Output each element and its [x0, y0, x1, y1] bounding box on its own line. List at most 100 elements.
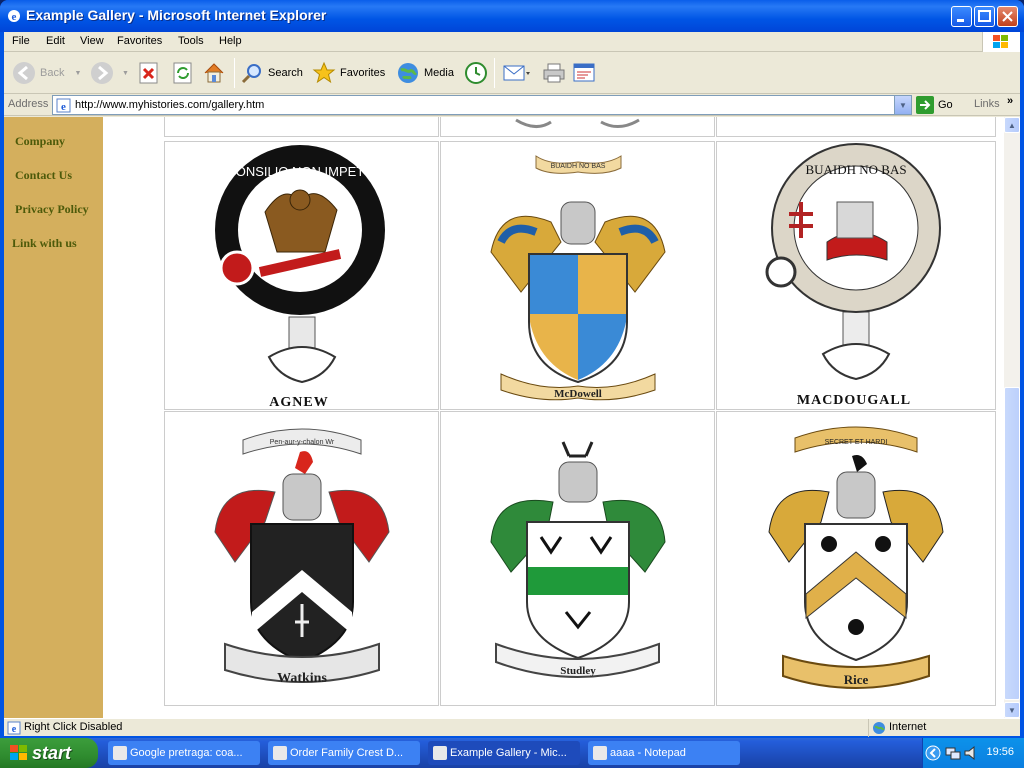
- menu-file[interactable]: File: [12, 35, 30, 47]
- forward-arrow-icon: [91, 62, 113, 84]
- maximize-button[interactable]: [974, 6, 995, 27]
- gallery-cell-partial: [716, 117, 996, 137]
- chevron-down-icon: ▼: [899, 100, 907, 110]
- agnew-badge-image: CONSILIO NON IMPETU AGNEW: [215, 145, 385, 409]
- close-icon: [1002, 11, 1013, 22]
- tray-volume-icon[interactable]: [963, 745, 979, 761]
- task-example-gallery[interactable]: Example Gallery - Mic...: [428, 741, 580, 765]
- refresh-icon: [173, 62, 192, 84]
- gallery-cell-partial: [164, 117, 439, 137]
- favorites-button[interactable]: Favorites: [312, 61, 385, 85]
- system-tray: 19:56: [922, 738, 1024, 768]
- menu-favorites[interactable]: Favorites: [117, 35, 162, 47]
- tray-network-icon[interactable]: [945, 745, 961, 761]
- printer-icon: [543, 63, 565, 83]
- close-button[interactable]: [997, 6, 1018, 27]
- crest-scroll-fragment: [515, 118, 640, 128]
- title-bar[interactable]: e Example Gallery - Microsoft Internet E…: [0, 0, 1024, 32]
- mcdowell-motto: BUAIDH NO BAS: [551, 163, 606, 170]
- go-button[interactable]: Go: [916, 96, 953, 114]
- mcdowell-arms-image: BUAIDH NO BAS McDowell: [490, 155, 666, 401]
- studley-name: Studley: [560, 665, 596, 677]
- gallery-cell-macdougall[interactable]: BUAIDH NO BAS MACDOUGALL: [716, 141, 996, 410]
- rice-name: Rice: [844, 672, 869, 687]
- sidebar-link-company[interactable]: Company: [15, 134, 65, 149]
- ie-icon: e: [8, 10, 20, 23]
- zone-label: Internet: [889, 721, 927, 733]
- ie-task-icon: [113, 746, 127, 760]
- media-globe-icon: [398, 63, 418, 83]
- stop-button[interactable]: [138, 61, 160, 85]
- sidebar-link-contact-us[interactable]: Contact Us: [15, 168, 72, 183]
- address-input[interactable]: e http://www.myhistories.com/gallery.htm…: [52, 95, 912, 115]
- chevron-up-icon: ▲: [1008, 120, 1016, 130]
- address-bar: Address e http://www.myhistories.com/gal…: [4, 94, 1020, 116]
- chevron-right-icon[interactable]: »: [1007, 95, 1013, 107]
- chevron-down-icon: ▼: [1008, 705, 1016, 715]
- home-icon: [204, 63, 224, 83]
- gallery-cell-rice[interactable]: SECRET ET HARDI Rice: [716, 411, 996, 706]
- minimize-icon: [957, 19, 964, 22]
- rice-motto: SECRET ET HARDI: [825, 439, 888, 446]
- status-text: Right Click Disabled: [24, 721, 123, 733]
- address-dropdown-button[interactable]: ▼: [894, 96, 911, 114]
- menu-help[interactable]: Help: [219, 35, 242, 47]
- menu-tools[interactable]: Tools: [178, 35, 204, 47]
- page-icon: e: [56, 98, 71, 113]
- internet-globe-icon: [873, 722, 885, 734]
- taskbar: start Google pretraga: coa... Order Fami…: [0, 738, 1024, 768]
- scroll-up-button[interactable]: ▲: [1004, 117, 1020, 133]
- task-google-search[interactable]: Google pretraga: coa...: [108, 741, 260, 765]
- start-button[interactable]: start: [0, 738, 98, 768]
- task-order-family-crest[interactable]: Order Family Crest D...: [268, 741, 420, 765]
- links-button[interactable]: Links: [974, 98, 1000, 110]
- back-arrow-icon: [13, 62, 35, 84]
- watkins-name: Watkins: [277, 671, 327, 686]
- task-notepad[interactable]: aaaa - Notepad: [588, 741, 740, 765]
- mail-icon: [503, 65, 530, 81]
- sidebar-link-privacy-policy[interactable]: Privacy Policy: [15, 202, 89, 217]
- windows-logo-icon: [10, 745, 27, 760]
- print-button[interactable]: [542, 61, 566, 85]
- ie-task-icon: [273, 746, 287, 760]
- security-zone: Internet: [868, 719, 1020, 737]
- page-status-icon: e: [7, 721, 21, 735]
- gallery-cell-mcdowell[interactable]: BUAIDH NO BAS McDowell: [440, 141, 715, 410]
- sidebar: Company Contact Us Privacy Policy Link w…: [4, 117, 103, 718]
- maximize-icon: [978, 10, 991, 22]
- edit-page-button[interactable]: [572, 61, 596, 85]
- scroll-thumb[interactable]: [1004, 387, 1020, 700]
- address-label: Address: [8, 98, 49, 110]
- history-button[interactable]: [464, 61, 488, 85]
- favorites-star-icon: [312, 61, 336, 84]
- sidebar-link-link-with-us[interactable]: Link with us: [12, 236, 77, 251]
- macdougall-motto: BUAIDH NO BAS: [805, 162, 906, 177]
- back-button[interactable]: Back ▼: [12, 61, 81, 85]
- refresh-button[interactable]: [172, 61, 194, 85]
- search-button[interactable]: Search: [240, 61, 303, 85]
- browser-window: e Example Gallery - Microsoft Internet E…: [0, 0, 1024, 738]
- agnew-name: AGNEW: [269, 395, 328, 409]
- gallery-cell-watkins[interactable]: Pen-aur-y-chalon Wr Watkins: [164, 411, 439, 706]
- search-icon: [241, 64, 261, 84]
- vertical-scrollbar[interactable]: ▲ ▼: [1004, 117, 1020, 718]
- scroll-down-button[interactable]: ▼: [1004, 702, 1020, 718]
- history-icon: [465, 62, 487, 84]
- minimize-button[interactable]: [951, 6, 972, 27]
- tray-expand-icon[interactable]: [925, 745, 941, 761]
- home-button[interactable]: [202, 61, 226, 85]
- stop-icon: [139, 62, 158, 84]
- ie-task-icon: [433, 746, 447, 760]
- forward-button[interactable]: ▼: [90, 61, 129, 85]
- gallery-cell-studley[interactable]: Studley: [440, 411, 715, 706]
- media-button[interactable]: Media: [396, 61, 454, 85]
- svg-text:e: e: [12, 11, 17, 23]
- mail-button[interactable]: [502, 61, 530, 85]
- menu-edit[interactable]: Edit: [46, 35, 65, 47]
- agnew-motto: CONSILIO NON IMPETU: [226, 164, 373, 179]
- status-bar: e Right Click Disabled Internet: [4, 718, 1020, 737]
- gallery-cell-agnew[interactable]: CONSILIO NON IMPETU AGNEW: [164, 141, 439, 410]
- menu-view[interactable]: View: [80, 35, 104, 47]
- address-url: http://www.myhistories.com/gallery.htm: [75, 99, 265, 111]
- browser-frame: File Edit View Favorites Tools Help Back…: [4, 32, 1020, 737]
